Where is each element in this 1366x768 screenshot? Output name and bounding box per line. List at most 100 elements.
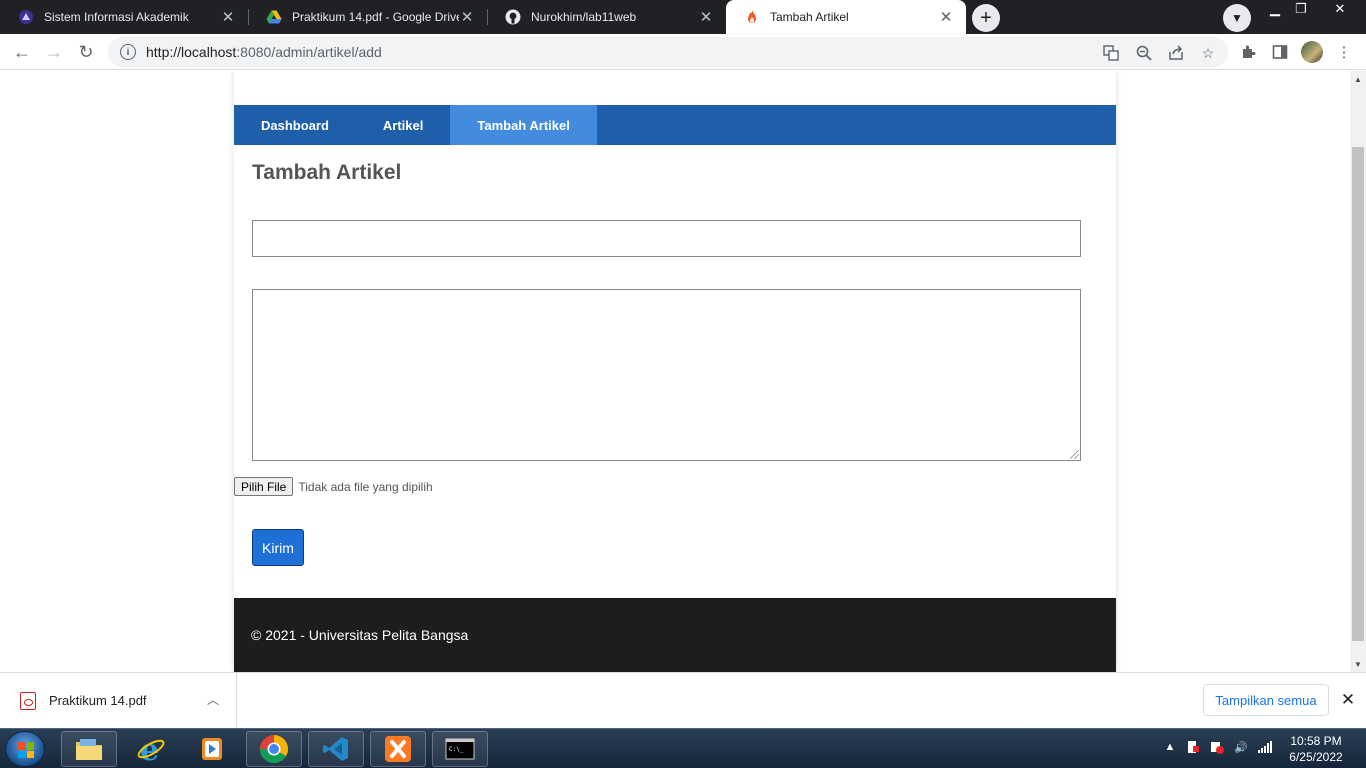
page-title: Tambah Artikel [252, 161, 402, 184]
tab-title: Praktikum 14.pdf - Google Drive [292, 10, 459, 24]
restore-icon: ❐ [1295, 1, 1307, 16]
arrow-right-icon: → [45, 41, 63, 62]
tab-title: Sistem Informasi Akademik [44, 10, 189, 24]
choose-file-button[interactable]: Pilih File [234, 477, 294, 496]
nav-tambah-artikel[interactable]: Tambah Artikel [450, 105, 597, 145]
close-icon[interactable]: ✕ [459, 9, 475, 26]
minimize-icon: ▁ [1270, 1, 1280, 16]
page-viewport: Dashboard Artikel Tambah Artikel Tambah … [0, 71, 1350, 672]
show-all-downloads-button[interactable]: Tampilkan semua [1203, 684, 1329, 716]
signal-strength-icon[interactable] [1257, 739, 1273, 755]
reload-icon: ↻ [78, 41, 94, 62]
taskbar-vscode[interactable] [308, 731, 364, 767]
tab-title: Tambah Artikel [770, 10, 849, 24]
back-button[interactable]: ← [8, 38, 36, 66]
download-bar: Praktikum 14.pdf ︿ Tampilkan semua ✕ [0, 672, 1366, 728]
start-button[interactable] [5, 731, 45, 767]
scrollbar-thumb[interactable] [1352, 147, 1364, 641]
action-center-icon[interactable] [1184, 739, 1200, 755]
url-text: http://localhost:8080/admin/artikel/add [146, 44, 382, 60]
clock-date: 6/25/2022 [1289, 750, 1343, 764]
close-download-bar-icon[interactable]: ✕ [1338, 690, 1358, 710]
file-input: Pilih File Tidak ada file yang dipilih [234, 477, 433, 496]
show-hidden-icons-icon[interactable]: ▲ [1162, 739, 1178, 755]
tab-google-drive[interactable]: Praktikum 14.pdf - Google Drive ✕ [248, 0, 487, 34]
browser-toolbar: ← → ↻ i http://localhost:8080/admin/arti… [0, 34, 1366, 70]
taskbar-chrome[interactable] [246, 731, 302, 767]
nav-dashboard[interactable]: Dashboard [234, 105, 356, 145]
system-clock[interactable]: 10:58 PM 6/25/2022 [1286, 733, 1346, 765]
info-icon[interactable]: i [120, 44, 136, 60]
taskbar-command-prompt[interactable]: C:\_ [432, 731, 488, 767]
share-icon[interactable] [1167, 44, 1185, 62]
isi-textarea[interactable] [252, 289, 1081, 461]
forward-button[interactable]: → [40, 38, 68, 66]
url-host: http://localhost [146, 44, 237, 60]
menu-kebab-icon[interactable]: ⋮ [1334, 42, 1354, 62]
tab-sistem-informasi[interactable]: Sistem Informasi Akademik ✕ [0, 0, 248, 34]
close-icon: ✕ [1334, 1, 1346, 16]
download-file-name: Praktikum 14.pdf [49, 693, 147, 708]
close-icon[interactable]: ✕ [220, 9, 236, 26]
taskbar-media-player[interactable] [184, 731, 240, 767]
browser-tab-strip: Sistem Informasi Akademik ✕ Praktikum 14… [0, 0, 1366, 34]
side-panel-icon[interactable] [1270, 42, 1290, 62]
chevron-down-icon: ▼ [1231, 11, 1243, 25]
university-icon [18, 9, 34, 25]
chevron-up-icon[interactable]: ︿ [205, 691, 221, 707]
extensions-icon[interactable] [1238, 42, 1258, 62]
taskbar-file-explorer[interactable] [61, 731, 117, 767]
tab-tambah-artikel[interactable]: Tambah Artikel ✕ [726, 0, 966, 34]
url-path: :8080/admin/artikel/add [236, 44, 382, 60]
github-icon [505, 9, 521, 25]
scroll-up-icon[interactable]: ▲ [1350, 71, 1366, 87]
close-icon[interactable]: ✕ [698, 9, 714, 26]
submit-button[interactable]: Kirim [252, 529, 304, 566]
terminal-icon: C:\_ [445, 738, 475, 760]
file-status-text: Tidak ada file yang dipilih [298, 479, 433, 494]
page-scrollbar[interactable]: ▲ ▼ [1350, 71, 1366, 672]
reload-button[interactable]: ↻ [72, 38, 100, 66]
page-container: Dashboard Artikel Tambah Artikel Tambah … [234, 71, 1116, 672]
scroll-down-icon[interactable]: ▼ [1350, 656, 1366, 672]
windows-taskbar: e C:\_ ▲ 🔊 10:58 PM 6/25/2022 [0, 728, 1366, 768]
taskbar-internet-explorer[interactable]: e [123, 731, 179, 767]
volume-icon[interactable]: 🔊 [1233, 739, 1249, 755]
chrome-icon [260, 735, 288, 763]
zoom-icon[interactable] [1135, 44, 1153, 62]
close-icon[interactable]: ✕ [938, 9, 954, 26]
close-window-button[interactable]: ✕ [1326, 0, 1354, 18]
plus-icon: + [980, 6, 992, 29]
translate-icon[interactable] [1102, 44, 1120, 62]
tab-title: Nurokhim/lab11web [531, 10, 637, 24]
folder-icon [76, 739, 102, 760]
network-warning-icon[interactable] [1209, 739, 1225, 755]
taskbar-xampp[interactable] [370, 731, 426, 767]
judul-input[interactable] [252, 220, 1081, 257]
pdf-file-icon [20, 691, 36, 710]
footer-text: © 2021 - Universitas Pelita Bangsa [251, 627, 469, 643]
tab-search-button[interactable]: ▼ [1223, 4, 1251, 32]
windows-logo-icon [18, 742, 34, 758]
google-drive-icon [266, 9, 282, 25]
media-player-icon [202, 738, 222, 760]
resize-handle-icon[interactable] [1070, 450, 1079, 459]
restore-button[interactable]: ❐ [1288, 0, 1314, 18]
flame-icon [744, 9, 760, 25]
bookmark-star-icon[interactable]: ☆ [1199, 44, 1217, 62]
minimize-button[interactable]: ▁ [1262, 0, 1288, 18]
page-footer: © 2021 - Universitas Pelita Bangsa [234, 598, 1116, 672]
new-tab-button[interactable]: + [972, 4, 1000, 32]
download-item[interactable]: Praktikum 14.pdf ︿ [0, 673, 237, 728]
arrow-left-icon: ← [13, 41, 31, 62]
tab-github[interactable]: Nurokhim/lab11web ✕ [487, 0, 726, 34]
main-nav: Dashboard Artikel Tambah Artikel [234, 105, 1116, 145]
profile-avatar[interactable] [1301, 41, 1323, 63]
xampp-icon [385, 736, 411, 762]
clock-time: 10:58 PM [1290, 734, 1342, 748]
vscode-icon [323, 737, 348, 761]
nav-artikel[interactable]: Artikel [356, 105, 450, 145]
address-bar[interactable]: i http://localhost:8080/admin/artikel/ad… [108, 37, 1228, 67]
internet-explorer-icon: e [137, 734, 165, 764]
svg-text:C:\_: C:\_ [449, 746, 464, 753]
